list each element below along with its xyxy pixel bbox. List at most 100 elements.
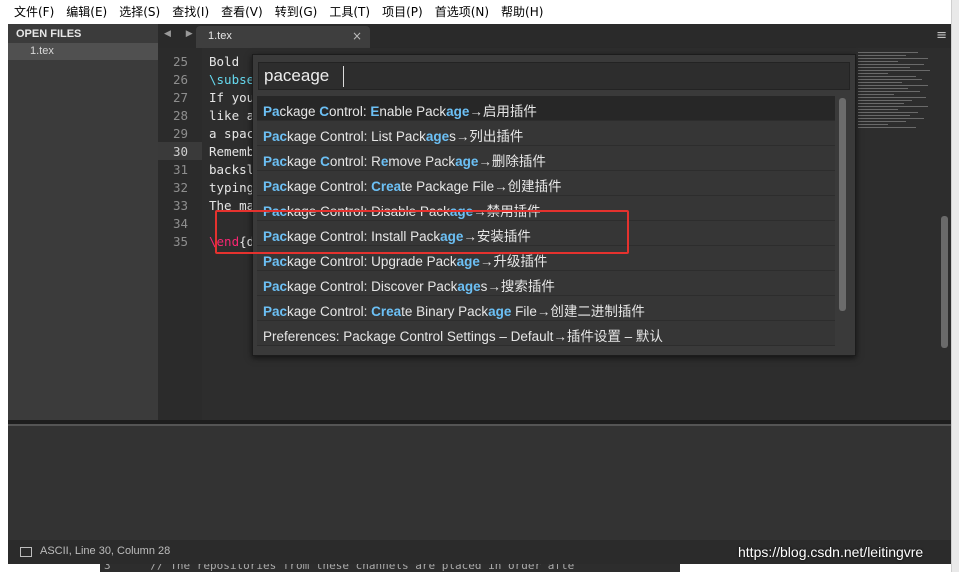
panel-toggle-icon[interactable]: [20, 547, 32, 557]
match-highlight: Pac: [263, 279, 288, 294]
result-text: te Binary Pack: [401, 304, 489, 319]
minimap-line: [858, 127, 916, 128]
line-number: 27: [172, 90, 188, 105]
minimap-line: [858, 100, 912, 101]
menu-item[interactable]: 编辑(E): [60, 0, 113, 24]
tab-title: 1.tex: [208, 30, 232, 42]
result-text: Preferences: Package Control Settings – …: [263, 329, 663, 344]
minimap-line: [858, 88, 908, 89]
line-number: 28: [172, 108, 188, 123]
background-window-strip: 3 // The repositories from these channel…: [100, 564, 680, 572]
code-line: Rememb: [209, 144, 255, 159]
tab-nav-arrows-icon[interactable]: ◀ ▶: [164, 29, 199, 39]
sidebar-item-file[interactable]: 1.tex: [8, 43, 158, 60]
result-text: File→创建二进制插件: [511, 304, 645, 319]
code-line: backsl: [209, 162, 255, 177]
minimap-line: [858, 76, 916, 77]
window-edge: [951, 0, 959, 572]
menu-item[interactable]: 文件(F): [8, 0, 60, 24]
line-number: 33: [172, 198, 188, 213]
menu-item[interactable]: 工具(T): [323, 0, 376, 24]
line-number: 34: [172, 216, 188, 231]
minimap-line: [858, 61, 898, 62]
result-text: nable Pack: [379, 104, 447, 119]
minimap-line: [858, 79, 922, 80]
minimap-line: [858, 121, 906, 122]
result-text: ckage: [279, 104, 320, 119]
match-highlight: C: [319, 104, 330, 119]
line-number: 29: [172, 126, 188, 141]
result-text: →删除插件: [478, 154, 546, 169]
menu-item[interactable]: 项目(P): [376, 0, 429, 24]
match-highlight: Pa: [263, 104, 280, 119]
text-caret: [343, 66, 344, 87]
result-text: kage Control:: [287, 304, 372, 319]
result-text: move Pack: [388, 154, 456, 169]
result-text: ontrol:: [329, 104, 371, 119]
tab-1-tex[interactable]: 1.tex ×: [196, 26, 370, 48]
match-highlight: Pac: [263, 154, 288, 169]
code-line: like a: [209, 108, 255, 123]
minimap-line: [858, 124, 888, 125]
palette-search-input[interactable]: paceage: [264, 66, 329, 86]
tab-menu-icon[interactable]: ≡: [936, 28, 947, 43]
editor-scrollbar[interactable]: [938, 48, 951, 420]
menu-item[interactable]: 转到(G): [269, 0, 324, 24]
result-text: kage Control:: [287, 179, 372, 194]
minimap-line: [858, 91, 920, 92]
palette-scrollbar-thumb[interactable]: [839, 98, 846, 311]
palette-result-item[interactable]: Package Control: List Packages→列出插件: [257, 121, 835, 146]
background-code-text: 3 // The repositories from these channel…: [104, 564, 575, 572]
minimap-line: [858, 94, 894, 95]
menu-item[interactable]: 查找(I): [166, 0, 215, 24]
palette-result-item[interactable]: Preferences: Package Control Settings – …: [257, 321, 835, 346]
code-line: If you: [209, 90, 255, 105]
minimap-line: [858, 82, 902, 83]
minimap-line: [858, 118, 924, 119]
console-panel[interactable]: [8, 424, 951, 540]
match-highlight: age: [456, 254, 480, 269]
palette-result-item[interactable]: Package Control: Enable Package→启用插件: [257, 96, 835, 121]
menu-item[interactable]: 选择(S): [113, 0, 166, 24]
palette-result-item[interactable]: Package Control: Remove Package→删除插件: [257, 146, 835, 171]
line-number: 25: [172, 54, 188, 69]
watermark-text: https://blog.csdn.net/leitingvre: [738, 544, 924, 560]
match-highlight: Pac: [263, 129, 288, 144]
palette-result-item[interactable]: Package Control: Create Package File→创建插…: [257, 171, 835, 196]
palette-result-item[interactable]: Package Control: Create Binary Package F…: [257, 296, 835, 321]
match-highlight: Pac: [263, 304, 288, 319]
code-line: a spac: [209, 126, 255, 141]
result-text: →启用插件: [469, 104, 537, 119]
tab-bar: ◀ ▶ 1.tex × ≡: [158, 24, 951, 48]
match-highlight: Crea: [371, 179, 402, 194]
code-line: typing: [209, 180, 255, 195]
minimap-line: [858, 109, 898, 110]
scrollbar-thumb[interactable]: [941, 216, 948, 348]
line-number: 32: [172, 180, 188, 195]
sidebar: OPEN FILES 1.tex: [8, 24, 158, 420]
minimap-line: [858, 106, 928, 107]
code-line: \subse: [209, 72, 255, 87]
minimap-line: [858, 52, 918, 53]
match-highlight: C: [320, 154, 330, 169]
palette-input-box[interactable]: paceage: [258, 62, 850, 90]
match-highlight: Crea: [371, 304, 402, 319]
close-icon[interactable]: ×: [352, 29, 362, 43]
menu-item[interactable]: 帮助(H): [495, 0, 549, 24]
result-text: kage Control: Upgrade Pack: [287, 254, 457, 269]
match-highlight: Pac: [263, 179, 288, 194]
palette-result-item[interactable]: Package Control: Discover Packages→搜索插件: [257, 271, 835, 296]
match-highlight: age: [425, 129, 450, 144]
line-number: 30: [172, 144, 188, 159]
menu-item[interactable]: 查看(V): [215, 0, 269, 24]
minimap-line: [858, 70, 930, 71]
result-text: kage: [287, 154, 321, 169]
match-highlight: Pac: [263, 254, 288, 269]
minimap[interactable]: [852, 48, 938, 420]
menu-item[interactable]: 首选项(N): [429, 0, 495, 24]
minimap-line: [858, 73, 888, 74]
match-highlight: age: [455, 154, 479, 169]
match-highlight: age: [446, 104, 470, 119]
result-text: s→列出插件: [449, 129, 524, 144]
minimap-line: [858, 85, 928, 86]
